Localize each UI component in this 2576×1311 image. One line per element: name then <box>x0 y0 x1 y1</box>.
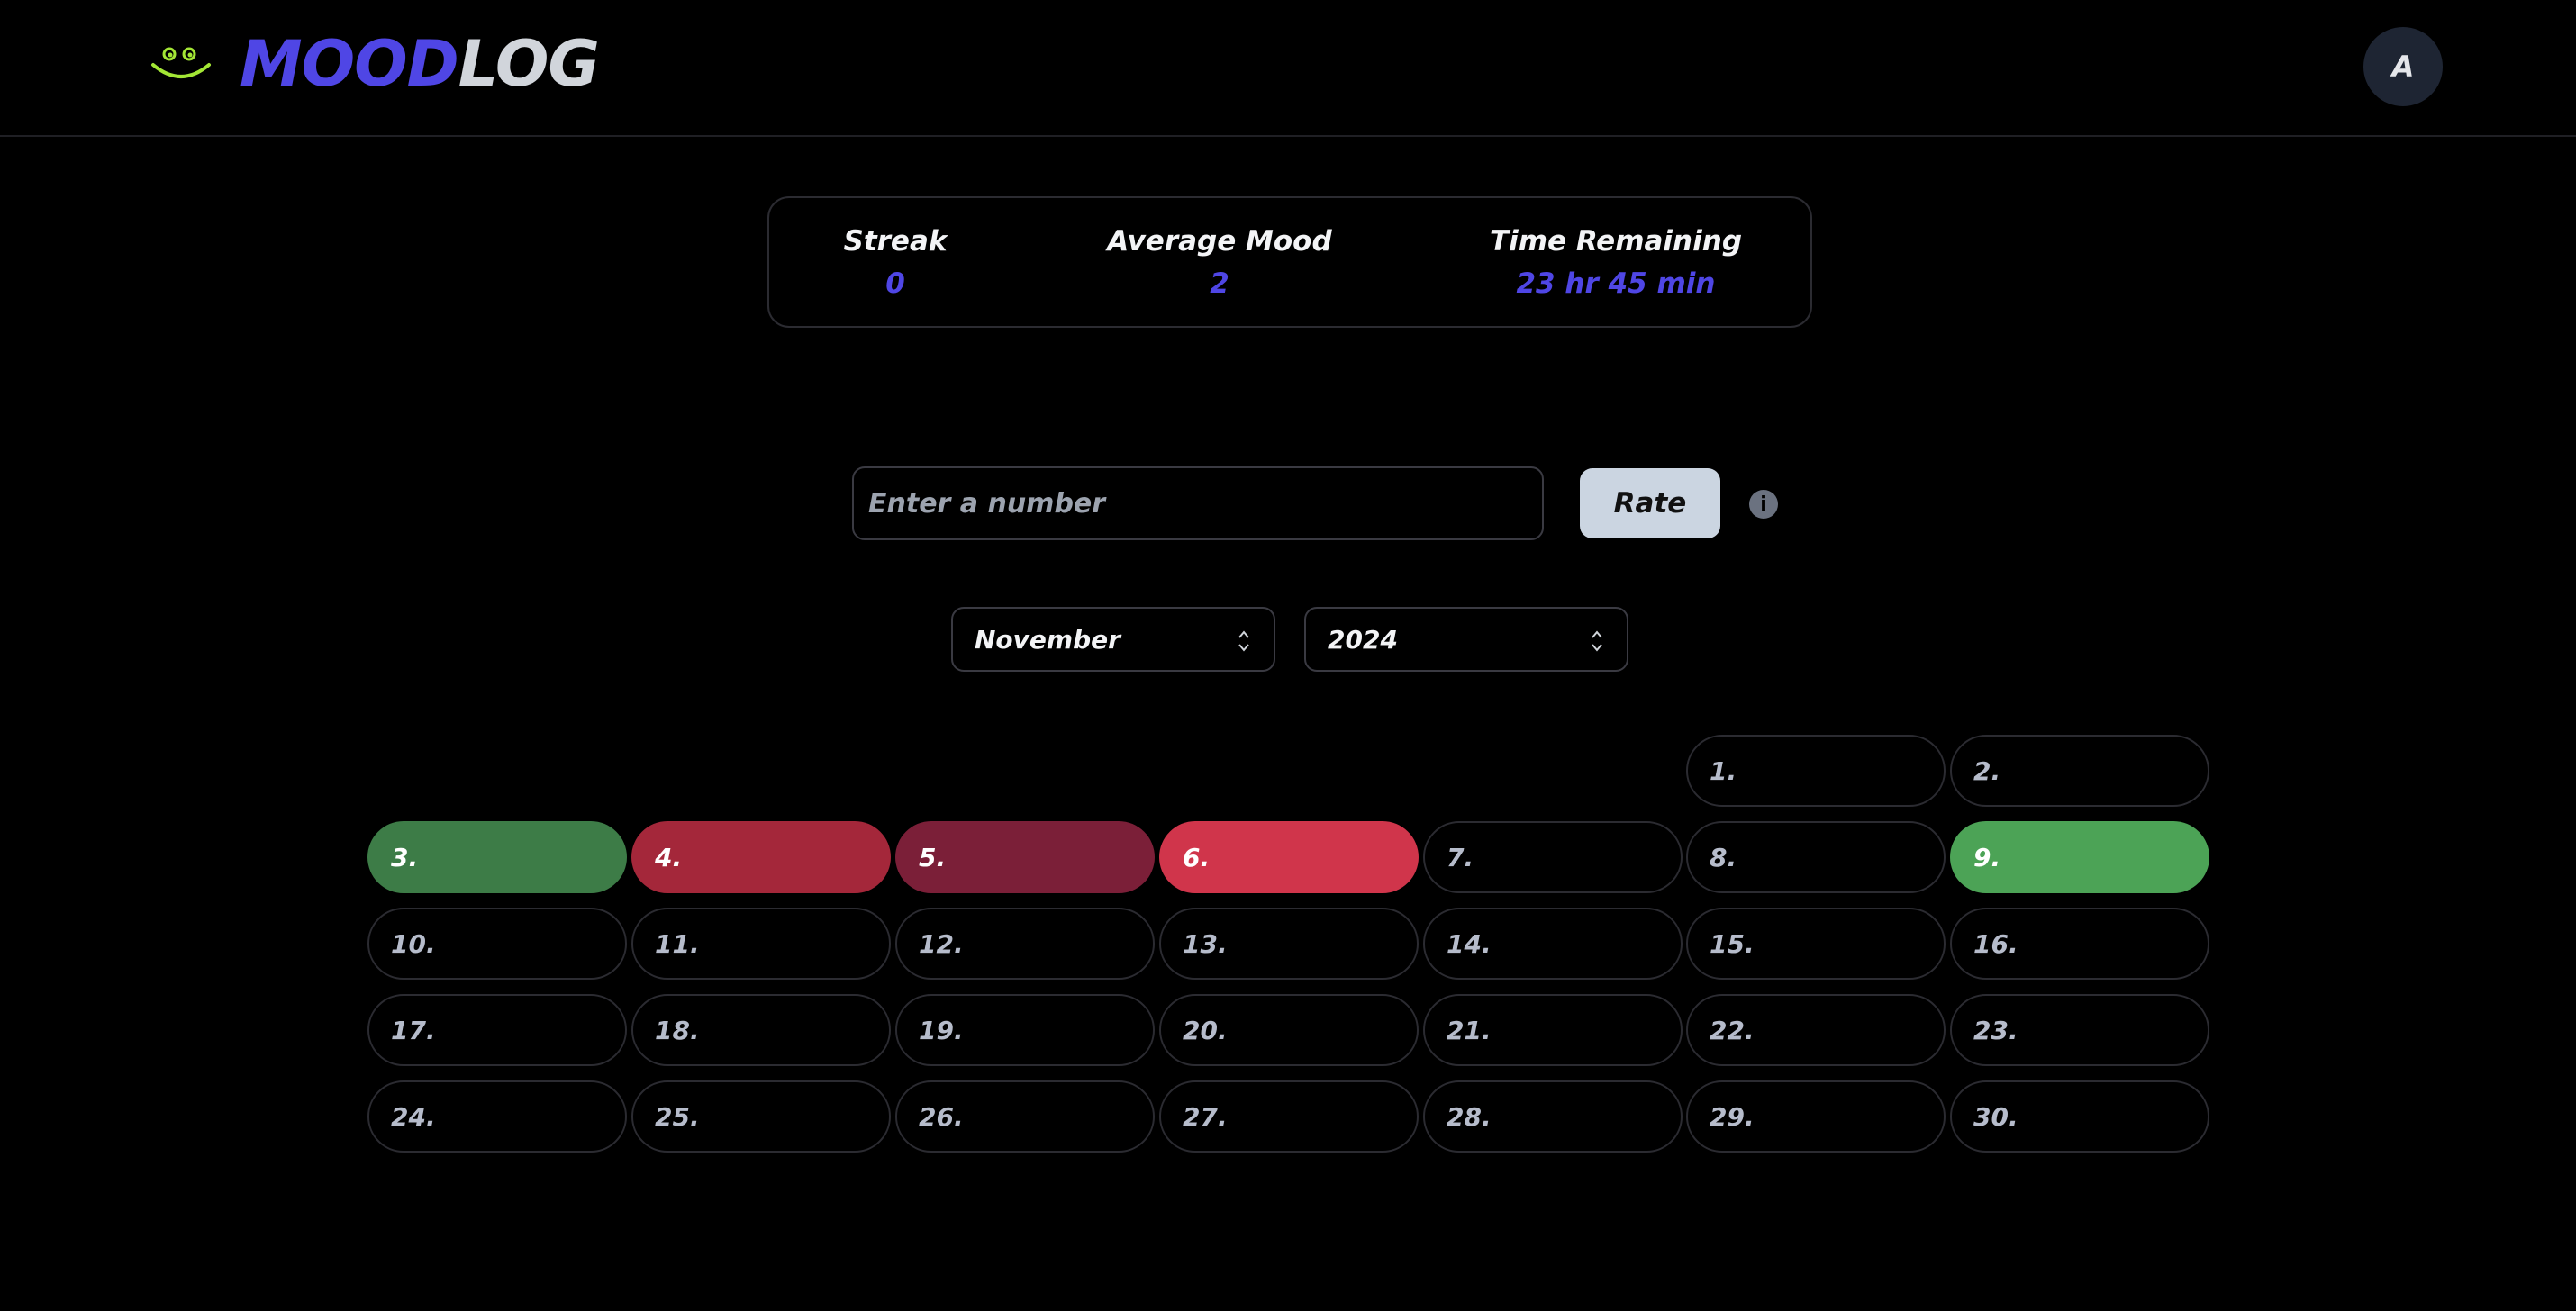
mood-number-input[interactable] <box>852 466 1544 540</box>
calendar-day[interactable]: 21. <box>1423 994 1683 1066</box>
info-icon[interactable]: i <box>1749 490 1778 519</box>
chevron-up-down-icon <box>1238 630 1249 652</box>
smiley-logo-icon <box>151 47 211 78</box>
average-mood-stat: Average Mood 2 <box>1084 222 1355 306</box>
logo-part-log: LOG <box>458 27 600 101</box>
calendar-day[interactable]: 29. <box>1686 1080 1946 1153</box>
calendar-day[interactable]: 7. <box>1423 821 1683 893</box>
time-remaining-value: 23 hr 45 min <box>1516 267 1716 300</box>
calendar-day[interactable]: 20. <box>1159 994 1419 1066</box>
calendar-day[interactable]: 9. <box>1950 821 2209 893</box>
streak-stat: Streak 0 <box>823 222 967 306</box>
stats-panel: Streak 0 Average Mood 2 Time Remaining 2… <box>767 196 1812 328</box>
rate-button[interactable]: Rate <box>1580 468 1720 538</box>
calendar-day[interactable]: 11. <box>631 908 891 980</box>
calendar-day[interactable]: 27. <box>1159 1080 1419 1153</box>
month-select-value: November <box>975 624 1120 655</box>
year-select-value: 2024 <box>1328 624 1398 655</box>
calendar-day[interactable]: 19. <box>895 994 1155 1066</box>
calendar-day[interactable]: 3. <box>367 821 627 893</box>
calendar-day[interactable]: 4. <box>631 821 891 893</box>
app-logo[interactable]: MOODLOG <box>240 23 600 104</box>
average-mood-value: 2 <box>1210 267 1229 300</box>
calendar-day[interactable]: 25. <box>631 1080 891 1153</box>
calendar-day[interactable]: 2. <box>1950 735 2209 807</box>
calendar-day[interactable]: 5. <box>895 821 1155 893</box>
average-mood-label: Average Mood <box>1107 225 1332 258</box>
calendar-day[interactable]: 13. <box>1159 908 1419 980</box>
calendar-day[interactable]: 6. <box>1159 821 1419 893</box>
calendar-day[interactable]: 15. <box>1686 908 1946 980</box>
streak-label: Streak <box>843 225 948 258</box>
time-remaining-label: Time Remaining <box>1489 225 1743 258</box>
month-select[interactable]: November <box>951 607 1275 672</box>
calendar-day[interactable]: 17. <box>367 994 627 1066</box>
chevron-up-down-icon <box>1592 630 1602 652</box>
streak-value: 0 <box>885 267 905 300</box>
time-remaining-stat: Time Remaining 23 hr 45 min <box>1463 222 1769 306</box>
calendar-day[interactable]: 22. <box>1686 994 1946 1066</box>
calendar-day[interactable]: 28. <box>1423 1080 1683 1153</box>
calendar-day[interactable]: 18. <box>631 994 891 1066</box>
logo-part-mood: MOOD <box>240 27 459 101</box>
calendar-day[interactable]: 10. <box>367 908 627 980</box>
header: MOODLOG A <box>0 0 2576 137</box>
year-select[interactable]: 2024 <box>1304 607 1628 672</box>
calendar-day[interactable]: 1. <box>1686 735 1946 807</box>
calendar-day[interactable]: 12. <box>895 908 1155 980</box>
calendar-day[interactable]: 14. <box>1423 908 1683 980</box>
calendar-day[interactable]: 30. <box>1950 1080 2209 1153</box>
calendar-day[interactable]: 26. <box>895 1080 1155 1153</box>
user-avatar-button[interactable]: A <box>2363 27 2443 106</box>
calendar-day[interactable]: 8. <box>1686 821 1946 893</box>
calendar-day[interactable]: 23. <box>1950 994 2209 1066</box>
calendar-day[interactable]: 16. <box>1950 908 2209 980</box>
calendar-day[interactable]: 24. <box>367 1080 627 1153</box>
